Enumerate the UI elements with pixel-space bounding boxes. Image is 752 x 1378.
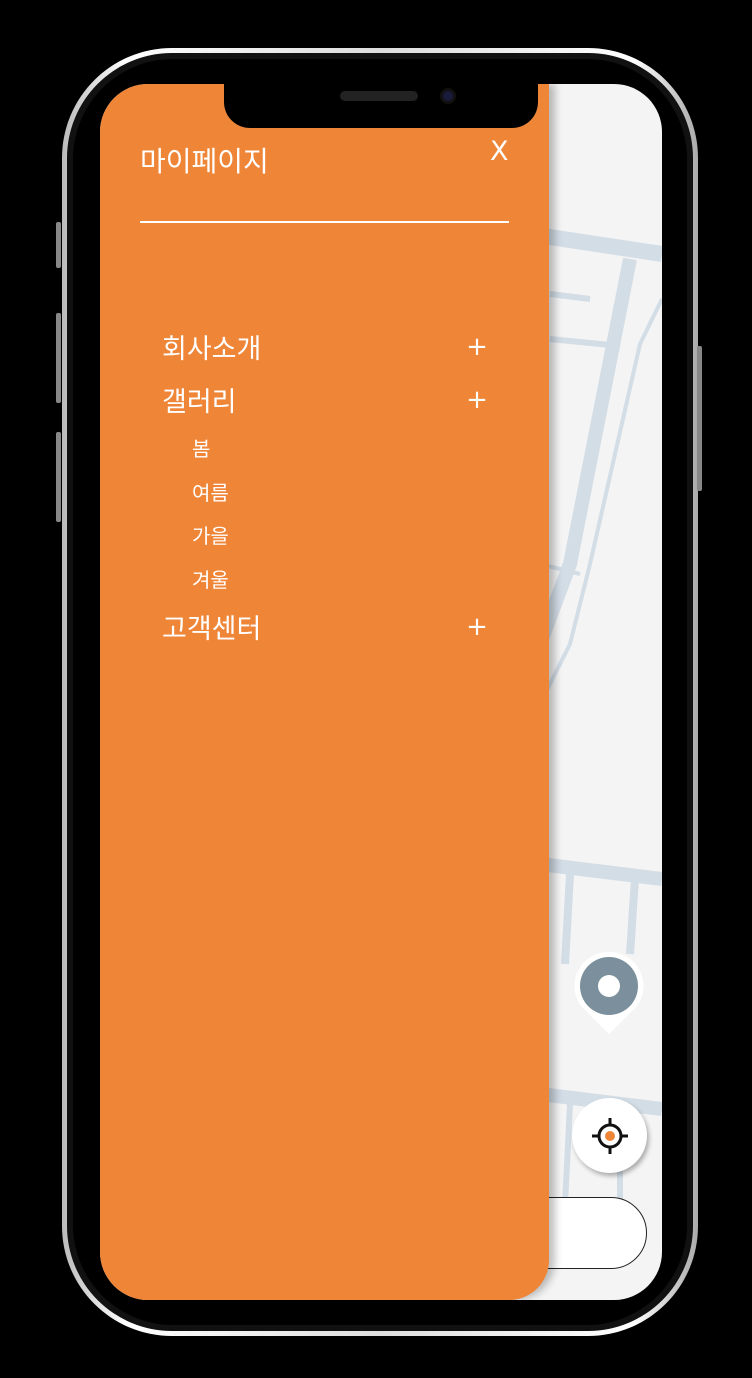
submenu-item-spring[interactable]: 봄 (162, 426, 492, 470)
expand-icon[interactable]: + (462, 385, 492, 415)
power-button (697, 346, 702, 491)
menu-item-gallery[interactable]: 갤러리 + (162, 373, 492, 426)
submenu-item-winter[interactable]: 겨울 (162, 557, 492, 601)
menu-item-customer-center[interactable]: 고객센터 + (162, 600, 492, 653)
mute-switch (56, 222, 61, 268)
volume-up-button (56, 313, 61, 403)
expand-icon[interactable]: + (462, 332, 492, 362)
volume-down-button (56, 432, 61, 522)
divider (140, 221, 509, 223)
menu-item-label: 회사소개 (162, 334, 262, 365)
map-pin-icon[interactable] (571, 948, 647, 1038)
close-button[interactable]: X (490, 136, 509, 167)
menu-item-label: 고객센터 (162, 614, 262, 645)
menu: 회사소개 + 갤러리 + 봄 여름 가을 겨울 고객센터 + (162, 320, 492, 653)
drawer-title: 마이페이지 (140, 145, 269, 178)
expand-icon[interactable]: + (462, 612, 492, 642)
submenu-item-summer[interactable]: 여름 (162, 470, 492, 514)
menu-item-company[interactable]: 회사소개 + (162, 320, 492, 373)
current-location-button[interactable] (572, 1098, 647, 1173)
submenu-item-autumn[interactable]: 가을 (162, 513, 492, 557)
crosshair-icon (591, 1117, 628, 1154)
side-drawer: 마이페이지 X 회사소개 + 갤러리 + 봄 여름 가을 겨울 고객센터 + (100, 84, 549, 1300)
menu-item-label: 갤러리 (162, 387, 237, 418)
front-camera (440, 88, 456, 104)
speaker (340, 91, 418, 101)
